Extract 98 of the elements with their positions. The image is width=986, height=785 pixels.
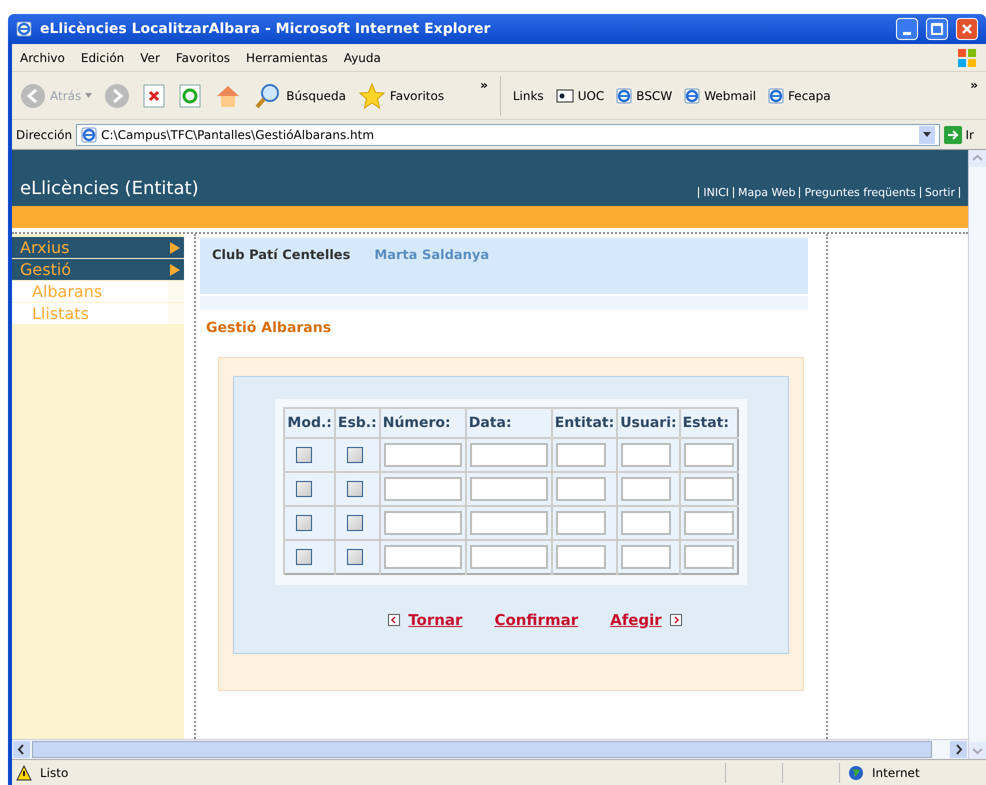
menu-item[interactable]: Ver	[140, 48, 160, 66]
previous-icon	[388, 614, 400, 626]
user-name: Marta Saldanya	[374, 247, 490, 265]
arrow-icon	[170, 264, 180, 276]
maximize-button[interactable]	[926, 18, 948, 40]
forward-icon[interactable]	[104, 82, 130, 108]
address-label: Dirección	[16, 126, 72, 144]
link-button[interactable]: Webmail	[684, 86, 756, 104]
column-header: Data:	[466, 408, 552, 438]
arrow-icon	[170, 242, 180, 254]
links-chevron[interactable]: »	[970, 76, 978, 94]
column-header: Mod.:	[284, 408, 335, 438]
checkbox[interactable]	[346, 447, 363, 463]
vertical-scrollbar[interactable]	[968, 150, 986, 759]
action-link[interactable]: Tornar	[408, 609, 462, 632]
checkbox[interactable]	[346, 515, 363, 531]
column-header: Esb.:	[334, 408, 380, 438]
input-field[interactable]	[556, 545, 606, 569]
scroll-left-icon[interactable]	[13, 741, 30, 758]
warning-icon	[16, 764, 32, 780]
star-icon	[358, 82, 386, 110]
zone-text: Internet	[872, 764, 921, 782]
input-field[interactable]	[621, 511, 672, 535]
nav-link[interactable]: Preguntes freqüents	[804, 184, 916, 201]
input-field[interactable]	[621, 443, 672, 467]
nav-link[interactable]: Sortir	[924, 184, 955, 201]
input-field[interactable]	[684, 545, 734, 569]
page-heading: Gestió Albarans	[206, 319, 332, 338]
go-button[interactable]: Ir	[944, 126, 982, 144]
link-button[interactable]: UOC	[556, 86, 604, 104]
stop-icon[interactable]	[142, 82, 166, 108]
input-field[interactable]	[556, 443, 606, 467]
menu-item[interactable]: Archivo	[20, 48, 65, 66]
action-link[interactable]: Afegir	[610, 609, 662, 632]
checkbox[interactable]	[346, 481, 363, 497]
input-field[interactable]	[384, 545, 462, 569]
action-link[interactable]: Confirmar	[494, 609, 578, 632]
site-title: eLlicències (Entitat)	[20, 177, 199, 201]
menu-item[interactable]: Ayuda	[344, 48, 381, 66]
input-field[interactable]	[384, 477, 462, 501]
horizontal-scrollbar[interactable]	[12, 739, 968, 759]
input-field[interactable]	[556, 511, 606, 535]
refresh-icon[interactable]	[178, 82, 202, 108]
nav-link[interactable]: Mapa Web	[738, 184, 796, 201]
scroll-right-icon[interactable]	[950, 741, 967, 758]
input-field[interactable]	[470, 443, 548, 467]
close-icon	[961, 23, 973, 35]
column-header: Entitat:	[552, 408, 618, 438]
favorites-button[interactable]: Favoritos	[358, 82, 444, 110]
page-icon	[684, 88, 700, 104]
input-field[interactable]	[470, 511, 548, 535]
menu-item[interactable]: Herramientas	[246, 48, 328, 66]
column-header: Usuari:	[617, 408, 680, 438]
dropdown-caret-icon[interactable]	[922, 132, 931, 137]
sidebar-item[interactable]: Arxius	[12, 237, 184, 258]
input-field[interactable]	[470, 477, 548, 501]
checkbox[interactable]	[296, 481, 312, 497]
link-button[interactable]: Fecapa	[768, 86, 831, 104]
input-field[interactable]	[684, 443, 734, 467]
page-icon	[768, 88, 784, 104]
column-header: Estat:	[680, 408, 738, 438]
next-icon	[670, 614, 682, 626]
links-label: Links	[512, 88, 544, 104]
window-title: eLlicències LocalitzarAlbara - Microsoft Internet Explorer	[40, 20, 492, 38]
checkbox[interactable]	[346, 549, 363, 565]
scroll-up-icon[interactable]	[969, 150, 986, 167]
minimize-button[interactable]	[896, 18, 918, 40]
browser-icon	[16, 21, 32, 37]
input-field[interactable]	[470, 545, 548, 569]
input-field[interactable]	[684, 477, 734, 501]
link-icon	[556, 88, 574, 102]
sidebar-item[interactable]: Gestió	[12, 259, 184, 280]
nav-link[interactable]: INICI	[703, 184, 730, 201]
checkbox[interactable]	[296, 549, 312, 565]
windows-logo-icon	[956, 48, 978, 68]
page-icon	[616, 88, 632, 104]
status-text: Listo	[40, 764, 68, 782]
input-field[interactable]	[621, 545, 672, 569]
input-field[interactable]	[684, 511, 734, 535]
input-field[interactable]	[556, 477, 606, 501]
link-button[interactable]: BSCW	[616, 86, 672, 104]
search-button[interactable]: Búsqueda	[254, 82, 346, 110]
scroll-thumb[interactable]	[32, 741, 932, 758]
checkbox[interactable]	[296, 515, 312, 531]
globe-icon	[848, 764, 864, 780]
page-icon	[81, 126, 98, 142]
entity-name: Club Patí Centelles	[212, 247, 350, 265]
menu-item[interactable]: Edición	[80, 48, 124, 66]
close-button[interactable]	[956, 18, 978, 40]
input-field[interactable]	[384, 443, 462, 467]
caret-icon	[85, 93, 92, 98]
address-field[interactable]: C:\Campus\TFC\Pantalles\GestióAlbarans.htm	[76, 124, 940, 146]
column-header: Número:	[380, 408, 466, 438]
menu-item[interactable]: Favoritos	[176, 48, 230, 66]
checkbox[interactable]	[296, 447, 312, 463]
input-field[interactable]	[621, 477, 672, 501]
input-field[interactable]	[384, 511, 462, 535]
toolbar-chevron[interactable]: »	[480, 76, 488, 94]
